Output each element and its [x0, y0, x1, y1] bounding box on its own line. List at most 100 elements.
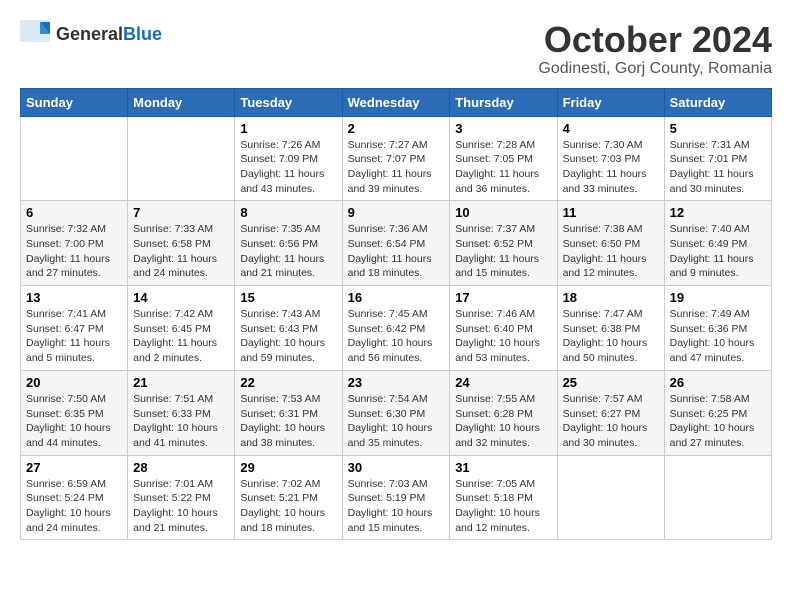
day-header-saturday: Saturday [664, 88, 771, 116]
day-cell: 22 Sunrise: 7:53 AM Sunset: 6:31 PM Dayli… [235, 370, 342, 455]
day-cell: 15 Sunrise: 7:43 AM Sunset: 6:43 PM Dayli… [235, 286, 342, 371]
logo-icon [20, 20, 52, 48]
day-info: Sunrise: 7:26 AM Sunset: 7:09 PM Dayligh… [240, 138, 336, 197]
day-info: Sunrise: 7:54 AM Sunset: 6:30 PM Dayligh… [348, 392, 445, 451]
day-header-tuesday: Tuesday [235, 88, 342, 116]
day-info: Sunrise: 7:32 AM Sunset: 7:00 PM Dayligh… [26, 222, 122, 281]
day-cell: 4 Sunrise: 7:30 AM Sunset: 7:03 PM Daylig… [557, 116, 664, 201]
day-info: Sunrise: 7:30 AM Sunset: 7:03 PM Dayligh… [563, 138, 659, 197]
day-number: 18 [563, 290, 659, 305]
day-number: 4 [563, 121, 659, 136]
day-number: 22 [240, 375, 336, 390]
week-row-3: 13 Sunrise: 7:41 AM Sunset: 6:47 PM Dayli… [21, 286, 772, 371]
day-info: Sunrise: 7:40 AM Sunset: 6:49 PM Dayligh… [670, 222, 766, 281]
day-number: 30 [348, 460, 445, 475]
day-number: 10 [455, 205, 551, 220]
day-number: 6 [26, 205, 122, 220]
day-cell: 6 Sunrise: 7:32 AM Sunset: 7:00 PM Daylig… [21, 201, 128, 286]
day-number: 21 [133, 375, 229, 390]
location: Godinesti, Gorj County, Romania [538, 60, 772, 78]
day-header-wednesday: Wednesday [342, 88, 450, 116]
day-cell [557, 455, 664, 540]
day-cell: 26 Sunrise: 7:58 AM Sunset: 6:25 PM Dayli… [664, 370, 771, 455]
day-info: Sunrise: 7:47 AM Sunset: 6:38 PM Dayligh… [563, 307, 659, 366]
day-cell: 23 Sunrise: 7:54 AM Sunset: 6:30 PM Dayli… [342, 370, 450, 455]
day-cell: 9Sunrise: 7:36 AM Sunset: 6:54 PM Daylig… [342, 201, 450, 286]
day-info: Sunrise: 7:37 AM Sunset: 6:52 PM Dayligh… [455, 222, 551, 281]
day-cell: 16Sunrise: 7:45 AM Sunset: 6:42 PM Dayli… [342, 286, 450, 371]
day-cell: 2 Sunrise: 7:27 AM Sunset: 7:07 PM Daylig… [342, 116, 450, 201]
day-info: Sunrise: 7:05 AM Sunset: 5:18 PM Dayligh… [455, 477, 551, 536]
day-cell: 10 Sunrise: 7:37 AM Sunset: 6:52 PM Dayli… [450, 201, 557, 286]
day-info: Sunrise: 7:46 AM Sunset: 6:40 PM Dayligh… [455, 307, 551, 366]
day-cell: 24 Sunrise: 7:55 AM Sunset: 6:28 PM Dayli… [450, 370, 557, 455]
week-row-1: 1 Sunrise: 7:26 AM Sunset: 7:09 PM Daylig… [21, 116, 772, 201]
day-cell: 11 Sunrise: 7:38 AM Sunset: 6:50 PM Dayli… [557, 201, 664, 286]
logo-general: General [56, 24, 123, 44]
day-number: 8 [240, 205, 336, 220]
day-header-friday: Friday [557, 88, 664, 116]
day-info: Sunrise: 7:57 AM Sunset: 6:27 PM Dayligh… [563, 392, 659, 451]
day-cell: 17Sunrise: 7:46 AM Sunset: 6:40 PM Dayli… [450, 286, 557, 371]
day-cell: 21 Sunrise: 7:51 AM Sunset: 6:33 PM Dayli… [128, 370, 235, 455]
day-number: 15 [240, 290, 336, 305]
day-info: Sunrise: 7:50 AM Sunset: 6:35 PM Dayligh… [26, 392, 122, 451]
day-number: 19 [670, 290, 766, 305]
day-number: 23 [348, 375, 445, 390]
day-info: Sunrise: 7:51 AM Sunset: 6:33 PM Dayligh… [133, 392, 229, 451]
day-info: Sunrise: 7:55 AM Sunset: 6:28 PM Dayligh… [455, 392, 551, 451]
day-header-monday: Monday [128, 88, 235, 116]
day-number: 12 [670, 205, 766, 220]
day-number: 7 [133, 205, 229, 220]
day-number: 25 [563, 375, 659, 390]
day-info: Sunrise: 7:02 AM Sunset: 5:21 PM Dayligh… [240, 477, 336, 536]
day-cell: 14 Sunrise: 7:42 AM Sunset: 6:45 PM Dayli… [128, 286, 235, 371]
day-cell: 25 Sunrise: 7:57 AM Sunset: 6:27 PM Dayli… [557, 370, 664, 455]
day-cell: 18 Sunrise: 7:47 AM Sunset: 6:38 PM Dayli… [557, 286, 664, 371]
day-number: 5 [670, 121, 766, 136]
day-info: Sunrise: 7:42 AM Sunset: 6:45 PM Dayligh… [133, 307, 229, 366]
day-cell: 12 Sunrise: 7:40 AM Sunset: 6:49 PM Dayli… [664, 201, 771, 286]
day-number: 14 [133, 290, 229, 305]
day-number: 24 [455, 375, 551, 390]
day-number: 16 [348, 290, 445, 305]
day-cell: 29 Sunrise: 7:02 AM Sunset: 5:21 PM Dayli… [235, 455, 342, 540]
page-header: GeneralBlue October 2024 Godinesti, Gorj… [20, 20, 772, 78]
week-row-5: 27Sunrise: 6:59 AM Sunset: 5:24 PM Dayli… [21, 455, 772, 540]
day-cell: 1 Sunrise: 7:26 AM Sunset: 7:09 PM Daylig… [235, 116, 342, 201]
day-info: Sunrise: 6:59 AM Sunset: 5:24 PM Dayligh… [26, 477, 122, 536]
day-cell: 5 Sunrise: 7:31 AM Sunset: 7:01 PM Daylig… [664, 116, 771, 201]
day-cell: 13 Sunrise: 7:41 AM Sunset: 6:47 PM Dayli… [21, 286, 128, 371]
day-info: Sunrise: 7:28 AM Sunset: 7:05 PM Dayligh… [455, 138, 551, 197]
day-number: 28 [133, 460, 229, 475]
title-block: October 2024 Godinesti, Gorj County, Rom… [538, 20, 772, 78]
day-cell: 20 Sunrise: 7:50 AM Sunset: 6:35 PM Dayli… [21, 370, 128, 455]
day-header-sunday: Sunday [21, 88, 128, 116]
day-info: Sunrise: 7:36 AM Sunset: 6:54 PM Dayligh… [348, 222, 445, 281]
day-info: Sunrise: 7:27 AM Sunset: 7:07 PM Dayligh… [348, 138, 445, 197]
day-number: 11 [563, 205, 659, 220]
week-row-4: 20 Sunrise: 7:50 AM Sunset: 6:35 PM Dayli… [21, 370, 772, 455]
day-number: 1 [240, 121, 336, 136]
day-cell [128, 116, 235, 201]
day-info: Sunrise: 7:35 AM Sunset: 6:56 PM Dayligh… [240, 222, 336, 281]
day-info: Sunrise: 7:41 AM Sunset: 6:47 PM Dayligh… [26, 307, 122, 366]
day-number: 29 [240, 460, 336, 475]
day-cell [664, 455, 771, 540]
day-cell: 3Sunrise: 7:28 AM Sunset: 7:05 PM Daylig… [450, 116, 557, 201]
day-number: 13 [26, 290, 122, 305]
day-info: Sunrise: 7:53 AM Sunset: 6:31 PM Dayligh… [240, 392, 336, 451]
day-info: Sunrise: 7:38 AM Sunset: 6:50 PM Dayligh… [563, 222, 659, 281]
day-cell: 19Sunrise: 7:49 AM Sunset: 6:36 PM Dayli… [664, 286, 771, 371]
day-number: 31 [455, 460, 551, 475]
day-number: 2 [348, 121, 445, 136]
day-number: 26 [670, 375, 766, 390]
day-number: 20 [26, 375, 122, 390]
day-cell: 27Sunrise: 6:59 AM Sunset: 5:24 PM Dayli… [21, 455, 128, 540]
day-info: Sunrise: 7:43 AM Sunset: 6:43 PM Dayligh… [240, 307, 336, 366]
day-info: Sunrise: 7:01 AM Sunset: 5:22 PM Dayligh… [133, 477, 229, 536]
day-info: Sunrise: 7:58 AM Sunset: 6:25 PM Dayligh… [670, 392, 766, 451]
week-row-2: 6 Sunrise: 7:32 AM Sunset: 7:00 PM Daylig… [21, 201, 772, 286]
day-info: Sunrise: 7:31 AM Sunset: 7:01 PM Dayligh… [670, 138, 766, 197]
day-cell [21, 116, 128, 201]
